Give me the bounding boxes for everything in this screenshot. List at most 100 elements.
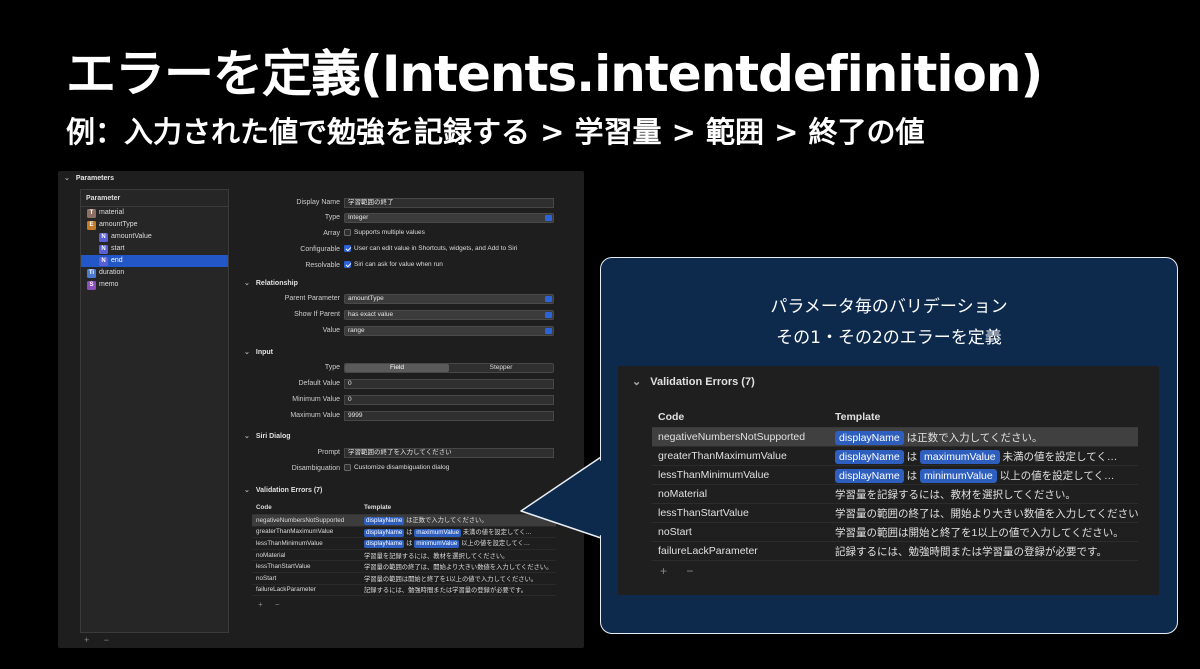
zoomed-validation-errors-table: Code Template negativeNumbersNotSupporte… bbox=[652, 406, 1138, 561]
zoomed-validation-error-row[interactable]: failureLackParameter 記録するには、勉強時間または学習量の登録… bbox=[652, 542, 1138, 561]
parent-parameter-label: Parent Parameter bbox=[284, 295, 340, 302]
zoomed-validation-error-row[interactable]: lessThanStartValue 学習量の範囲の終了は、開始より大きい数値を入… bbox=[652, 504, 1138, 523]
error-template: displayName は minimumValue 以上の値を設定してく… bbox=[364, 538, 556, 549]
chevron-down-icon[interactable]: ⌄ bbox=[244, 432, 250, 440]
zoomed-template-token: displayName bbox=[835, 449, 904, 464]
type-popup[interactable]: Integer bbox=[344, 213, 554, 223]
relationship-section-title: Relationship bbox=[255, 280, 298, 287]
segment-field[interactable]: Field bbox=[345, 364, 449, 372]
zoomed-template-text: 未満の値を設定してく… bbox=[999, 450, 1118, 463]
configurable-checkbox[interactable]: User can edit value in Shortcuts, widget… bbox=[344, 245, 517, 252]
relationship-section-header[interactable]: ⌄ Relationship bbox=[244, 279, 298, 287]
parameter-item-duration[interactable]: Ti duration bbox=[81, 267, 228, 279]
checkbox-checked-icon bbox=[344, 245, 351, 252]
template-text: は正数で入力してください。 bbox=[404, 517, 488, 525]
error-code: lessThanStartValue bbox=[256, 563, 311, 571]
siri-dialog-section-header[interactable]: ⌄ Siri Dialog bbox=[244, 432, 291, 440]
chevron-down-icon[interactable]: ⌄ bbox=[64, 174, 70, 182]
parameter-item-memo[interactable]: Smemo bbox=[81, 279, 228, 291]
array-checkbox[interactable]: Supports multiple values bbox=[344, 229, 425, 236]
default-value-field[interactable]: 0 bbox=[344, 379, 554, 389]
type-value: Integer bbox=[348, 214, 369, 221]
display-name-field[interactable]: 学習範囲の終了 bbox=[344, 198, 554, 208]
parameter-item-label: duration bbox=[99, 269, 125, 276]
chevron-down-icon[interactable]: ⌄ bbox=[244, 348, 250, 356]
validation-error-row[interactable]: noStart 学習量の範囲は開始と終了を1以上の値で入力してください。 bbox=[252, 573, 556, 585]
template-text: 未満の値を設定してく… bbox=[461, 528, 532, 536]
parent-parameter-value: amountType bbox=[348, 295, 384, 302]
template-text: 学習量の範囲の終了は、開始より大きい数値を入力してください。 bbox=[364, 564, 553, 572]
zoomed-template-text: 学習量の範囲は開始と終了を1以上の値で入力してください。 bbox=[835, 526, 1124, 539]
maximum-value-field[interactable]: 9999 bbox=[344, 411, 554, 421]
chevron-down-icon[interactable]: ⌄ bbox=[632, 375, 641, 388]
value-popup[interactable]: range bbox=[344, 326, 554, 336]
validation-error-row[interactable]: greaterThanMaximumValue displayName は max… bbox=[252, 527, 556, 539]
parameters-section-header[interactable]: ⌄ Parameters bbox=[58, 171, 584, 185]
parameter-item-start[interactable]: Nstart bbox=[81, 243, 228, 255]
zoomed-column-header-template: Template bbox=[835, 410, 881, 423]
segment-stepper[interactable]: Stepper bbox=[449, 364, 553, 372]
parameter-list: Parameter Tmaterial EamountType NamountVal… bbox=[80, 189, 229, 633]
column-header-template: Template bbox=[364, 504, 392, 511]
minimum-value-label: Minimum Value bbox=[292, 396, 340, 403]
input-section-header[interactable]: ⌄ Input bbox=[244, 348, 273, 356]
show-if-parent-popup[interactable]: has exact value bbox=[344, 310, 554, 320]
validation-error-row[interactable]: negativeNumbersNotSupported displayName は… bbox=[252, 515, 556, 527]
zoomed-validation-error-row[interactable]: greaterThanMaximumValue displayName は max… bbox=[652, 447, 1138, 466]
siri-dialog-section-title: Siri Dialog bbox=[255, 433, 291, 440]
parameter-list-header: Parameter bbox=[81, 190, 228, 207]
validation-error-row[interactable]: lessThanMinimumValue displayName は minimu… bbox=[252, 538, 556, 550]
error-code: negativeNumbersNotSupported bbox=[256, 516, 345, 524]
parent-parameter-popup[interactable]: amountType bbox=[344, 294, 554, 304]
zoomed-error-template: displayName は maximumValue 未満の値を設定してく… bbox=[835, 449, 1138, 464]
validation-add-remove-buttons[interactable]: + − bbox=[258, 600, 285, 609]
validation-error-row[interactable]: failureLackParameter 記録するには、勉強時間または学習量の登録… bbox=[252, 585, 556, 597]
parameter-item-label: memo bbox=[99, 281, 119, 288]
error-code: lessThanMinimumValue bbox=[256, 539, 323, 547]
zoomed-table-header: Code Template bbox=[652, 406, 1138, 428]
type-badge-icon: N bbox=[99, 256, 108, 266]
validation-errors-table: Code Template negativeNumbersNotSupporte… bbox=[252, 501, 556, 597]
zoomed-section-title: Validation Errors (7) bbox=[650, 376, 755, 388]
validation-errors-section-header[interactable]: ⌄ Validation Errors (7) bbox=[244, 486, 322, 494]
zoomed-template-text: 学習量の範囲の終了は、開始より大きい数値を入力してください。 bbox=[835, 507, 1138, 520]
zoomed-error-code: failureLackParameter bbox=[658, 545, 758, 557]
zoomed-validation-error-row[interactable]: negativeNumbersNotSupported displayName は… bbox=[652, 428, 1138, 447]
input-type-segmented-control[interactable]: Field Stepper bbox=[344, 363, 554, 373]
disambiguation-checkbox[interactable]: Customize disambiguation dialog bbox=[344, 464, 449, 471]
prompt-label: Prompt bbox=[317, 449, 340, 456]
parameter-item-end[interactable]: Nend bbox=[81, 255, 228, 267]
zoomed-column-header-code: Code bbox=[658, 410, 685, 423]
parameter-item-amountValue[interactable]: NamountValue bbox=[81, 231, 228, 243]
disambiguation-checkbox-label: Customize disambiguation dialog bbox=[354, 464, 450, 471]
maximum-value-label: Maximum Value bbox=[290, 412, 340, 419]
zoomed-validation-error-row[interactable]: lessThanMinimumValue displayName は minimu… bbox=[652, 466, 1138, 485]
parameter-item-material[interactable]: Tmaterial bbox=[81, 207, 228, 219]
value-value: range bbox=[348, 327, 365, 334]
parameter-item-label: amountType bbox=[99, 221, 138, 228]
validation-error-row[interactable]: lessThanStartValue 学習量の範囲の終了は、開始より大きい数値を入… bbox=[252, 561, 556, 573]
template-text: は bbox=[404, 528, 415, 536]
chevron-down-icon[interactable]: ⌄ bbox=[244, 279, 250, 287]
zoomed-validation-error-row[interactable]: noStart 学習量の範囲は開始と終了を1以上の値で入力してください。 bbox=[652, 523, 1138, 542]
zoomed-template-token: displayName bbox=[835, 468, 904, 483]
slide-title: エラーを定義(Intents.intentdefinition) bbox=[66, 45, 1043, 103]
resolvable-label: Resolvable bbox=[305, 262, 340, 269]
chevron-down-icon[interactable]: ⌄ bbox=[244, 486, 250, 494]
error-template: 学習量の範囲の終了は、開始より大きい数値を入力してください。 bbox=[364, 562, 556, 571]
parameter-item-amountType[interactable]: EamountType bbox=[81, 219, 228, 231]
checkbox-checked-icon bbox=[344, 261, 351, 268]
zoomed-section-header[interactable]: ⌄ Validation Errors (7) bbox=[632, 375, 755, 388]
prompt-field[interactable]: 学習範囲の終了を入力してください bbox=[344, 448, 554, 458]
parameter-add-remove-buttons[interactable]: + − bbox=[84, 635, 115, 645]
zoomed-validation-error-row[interactable]: noMaterial 学習量を記録するには、教材を選択してください。 bbox=[652, 485, 1138, 504]
minimum-value-field[interactable]: 0 bbox=[344, 395, 554, 405]
zoomed-add-remove-buttons[interactable]: + − bbox=[660, 564, 701, 578]
popup-arrow-icon bbox=[545, 312, 552, 318]
template-text: 以上の値を設定してく… bbox=[459, 540, 531, 548]
value-label: Value bbox=[322, 327, 340, 334]
validation-error-row[interactable]: noMaterial 学習量を記録するには、教材を選択してください。 bbox=[252, 550, 556, 562]
resolvable-checkbox[interactable]: Siri can ask for value when run bbox=[344, 261, 443, 268]
zoomed-error-code: greaterThanMaximumValue bbox=[658, 450, 787, 462]
zoomed-validation-errors: ⌄ Validation Errors (7) Code Template neg… bbox=[618, 366, 1159, 595]
